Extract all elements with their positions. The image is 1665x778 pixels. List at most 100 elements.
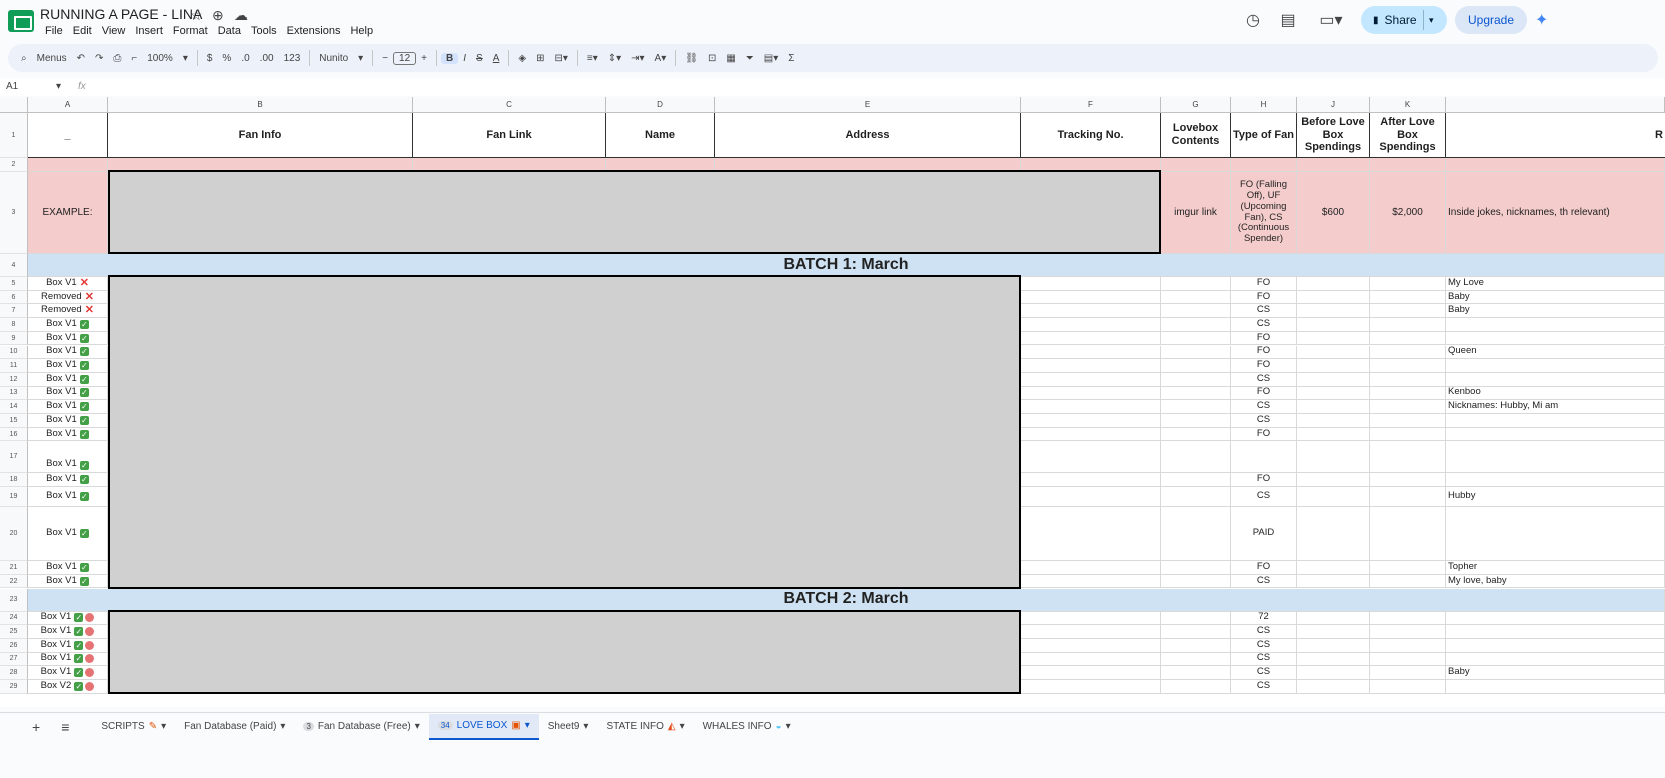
nickname-cell[interactable]: Kenboo <box>1446 386 1665 401</box>
share-button[interactable]: ▮ Share ▾ <box>1361 6 1447 34</box>
cell[interactable] <box>1161 680 1231 694</box>
menu-extensions[interactable]: Extensions <box>282 25 346 37</box>
cell[interactable] <box>1021 625 1161 639</box>
cell[interactable] <box>1021 666 1161 680</box>
formula-input[interactable] <box>94 81 1654 93</box>
nickname-cell[interactable]: Hubby <box>1446 487 1665 508</box>
cell[interactable] <box>1297 574 1370 589</box>
menu-edit[interactable]: Edit <box>68 25 97 37</box>
text-wrap-icon[interactable]: ⇥▾ <box>626 53 649 64</box>
font-size-input[interactable]: 12 <box>393 51 417 65</box>
type-of-fan-cell[interactable]: FO <box>1231 561 1297 575</box>
cell[interactable] <box>1297 290 1370 305</box>
cell[interactable] <box>1297 400 1370 414</box>
cell[interactable] <box>1161 318 1231 332</box>
cell[interactable] <box>1370 386 1446 401</box>
history-icon[interactable]: ◷ <box>1242 10 1264 29</box>
status-cell[interactable]: Box V1 ✓ <box>28 331 108 346</box>
example-cell-g[interactable]: imgur link <box>1161 172 1231 254</box>
example-cell-h[interactable]: FO (Falling Off), UF (Upcoming Fan), CS … <box>1231 172 1297 254</box>
cell[interactable] <box>1021 345 1161 360</box>
column-header[interactable]: F <box>1021 97 1161 113</box>
cell[interactable] <box>1370 487 1446 508</box>
cell[interactable] <box>1021 487 1161 508</box>
type-of-fan-cell[interactable]: FO <box>1231 427 1297 442</box>
type-of-fan-cell[interactable]: PAID <box>1231 507 1297 562</box>
row-header[interactable]: 11 <box>0 359 28 373</box>
row-header[interactable]: 28 <box>0 666 28 680</box>
cell[interactable] <box>1370 625 1446 639</box>
status-cell[interactable]: Box V1 ✓ <box>28 561 108 575</box>
nickname-cell[interactable] <box>1446 318 1665 332</box>
cell[interactable] <box>1370 638 1446 653</box>
row-header[interactable]: 8 <box>0 318 28 332</box>
comment-icon[interactable]: ⊡ <box>703 53 721 64</box>
row-header[interactable]: 1 <box>0 113 28 158</box>
column-header[interactable]: H <box>1231 97 1297 113</box>
status-cell[interactable]: Box V1 ✓ <box>28 386 108 401</box>
header-cell-c[interactable]: Fan Link <box>413 113 606 158</box>
row-header[interactable]: 4 <box>0 254 28 277</box>
cell[interactable] <box>1297 386 1370 401</box>
cell[interactable] <box>1370 290 1446 305</box>
status-cell[interactable]: Box V1 ✓ <box>28 318 108 332</box>
nickname-cell[interactable]: Baby <box>1446 290 1665 305</box>
chart-icon[interactable]: ▦ <box>721 53 740 64</box>
cell[interactable] <box>1021 638 1161 653</box>
nickname-cell[interactable]: Baby <box>1446 666 1665 680</box>
cell[interactable] <box>1370 427 1446 442</box>
type-of-fan-cell[interactable]: 72 <box>1231 611 1297 626</box>
number-format-button[interactable]: 123 <box>279 53 306 64</box>
status-cell[interactable]: Box V1 ✓ <box>28 666 108 680</box>
cell[interactable] <box>1161 507 1231 562</box>
cell[interactable] <box>1297 487 1370 508</box>
chevron-down-icon[interactable]: ▾ <box>786 721 791 732</box>
menu-data[interactable]: Data <box>213 25 246 37</box>
nickname-cell[interactable] <box>1446 372 1665 387</box>
cell[interactable] <box>1297 507 1370 562</box>
status-cell[interactable]: Removed ✕ <box>28 290 108 305</box>
cell[interactable] <box>1161 304 1231 319</box>
column-header[interactable]: E <box>715 97 1021 113</box>
type-of-fan-cell[interactable]: CS <box>1231 400 1297 414</box>
gemini-icon[interactable]: ✦ <box>1535 10 1548 30</box>
meet-icon[interactable]: ▭▾ <box>1314 10 1348 29</box>
cell[interactable] <box>1161 473 1231 488</box>
row-header[interactable]: 21 <box>0 561 28 575</box>
row-header[interactable]: 3 <box>0 172 28 254</box>
zoom-select[interactable]: 100% <box>142 53 178 64</box>
menu-help[interactable]: Help <box>345 25 378 37</box>
cell[interactable] <box>1161 561 1231 575</box>
status-cell[interactable]: Box V1 ✓ <box>28 400 108 414</box>
cell[interactable] <box>1021 359 1161 373</box>
increase-decimal-button[interactable]: .00 <box>255 53 279 64</box>
header-cell-d[interactable]: Name <box>606 113 715 158</box>
cell[interactable] <box>1161 414 1231 428</box>
cell[interactable] <box>1297 359 1370 373</box>
chevron-down-icon[interactable]: ▾ <box>680 721 685 732</box>
cell[interactable] <box>1161 427 1231 442</box>
bold-button[interactable]: B <box>441 52 459 64</box>
row-header[interactable]: 6 <box>0 290 28 305</box>
sheet-tab-whales-info[interactable]: WHALES INFO ◒ ▾ <box>694 714 800 740</box>
nickname-cell[interactable] <box>1446 680 1665 694</box>
cell[interactable] <box>1021 441 1161 474</box>
row-header[interactable]: 15 <box>0 414 28 428</box>
header-cell-e[interactable]: Address <box>715 113 1021 158</box>
type-of-fan-cell[interactable]: CS <box>1231 304 1297 319</box>
type-of-fan-cell[interactable]: CS <box>1231 652 1297 667</box>
sheet-tab-love-box[interactable]: 34 LOVE BOX ▣ ▾ <box>428 713 539 740</box>
column-header[interactable]: J <box>1297 97 1370 113</box>
cell[interactable] <box>1161 345 1231 360</box>
font-select[interactable]: Nunito <box>314 53 353 64</box>
chevron-down-icon[interactable]: ▾ <box>525 720 530 731</box>
cell[interactable] <box>1161 638 1231 653</box>
redo-icon[interactable]: ↷ <box>90 53 108 64</box>
header-cell-f[interactable]: Tracking No. <box>1021 113 1161 158</box>
cell[interactable] <box>1297 158 1370 172</box>
chevron-down-icon[interactable]: ▾ <box>161 721 166 732</box>
menu-file[interactable]: File <box>40 25 68 37</box>
chevron-down-icon[interactable]: ▾ <box>583 721 588 732</box>
row-header[interactable]: 7 <box>0 304 28 319</box>
row-header[interactable]: 2 <box>0 158 28 172</box>
